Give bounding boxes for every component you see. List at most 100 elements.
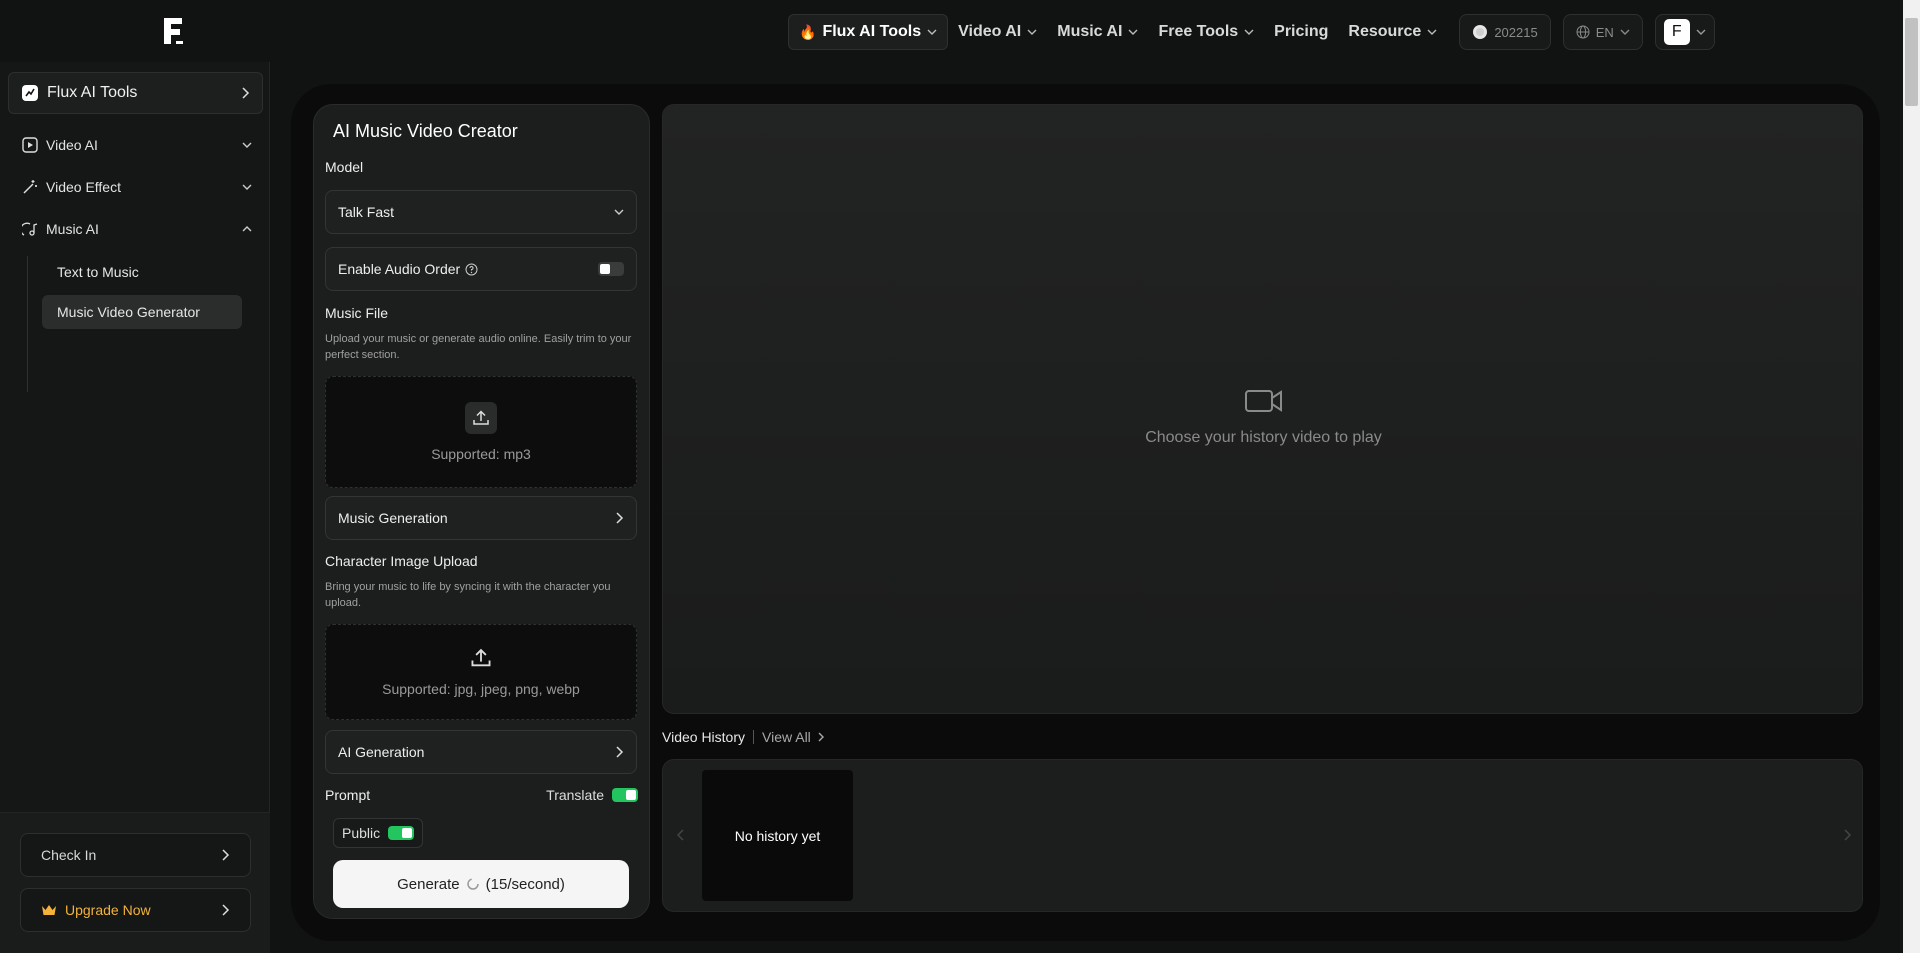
chevron-right-icon bbox=[818, 732, 824, 742]
chevron-right-icon bbox=[222, 904, 230, 916]
chevron-left-icon[interactable] bbox=[675, 828, 687, 842]
scrollbar-thumb[interactable] bbox=[1905, 18, 1918, 106]
check-in-label: Check In bbox=[41, 847, 97, 863]
chevron-down-icon bbox=[1696, 29, 1706, 35]
sidebar-item-video-effect[interactable]: Video Effect bbox=[22, 173, 252, 201]
help-icon[interactable] bbox=[465, 263, 478, 276]
upgrade-now-button[interactable]: Upgrade Now bbox=[20, 888, 251, 932]
chevron-right-icon[interactable] bbox=[1841, 828, 1853, 842]
chevron-down-icon bbox=[927, 29, 937, 35]
chevron-down-icon bbox=[1427, 29, 1437, 35]
nav-pricing[interactable]: Pricing bbox=[1264, 14, 1338, 50]
credits-badge[interactable]: 202215 bbox=[1459, 14, 1551, 50]
music-file-label: Music File bbox=[325, 305, 389, 321]
music-supported-text: Supported: mp3 bbox=[431, 446, 531, 462]
sidebar-item-label: Video Effect bbox=[46, 179, 121, 195]
sidebar-item-label: Video AI bbox=[46, 137, 98, 153]
nav-music-ai[interactable]: Music AI bbox=[1047, 14, 1148, 50]
toggle-knob bbox=[626, 790, 636, 800]
nav-label: Flux AI Tools bbox=[822, 23, 922, 40]
chevron-up-icon bbox=[242, 226, 252, 232]
video-player[interactable]: Choose your history video to play bbox=[662, 104, 1863, 714]
language-selector[interactable]: EN bbox=[1562, 14, 1643, 50]
credit-icon bbox=[466, 878, 479, 890]
sidebar: Flux AI Tools Video AI Video Effect Musi… bbox=[0, 62, 270, 953]
history-empty-card: No history yet bbox=[702, 770, 853, 901]
top-navigation: 🔥 Flux AI Tools Video AI Music AI Free T… bbox=[788, 14, 1715, 50]
chevron-right-icon bbox=[616, 746, 624, 758]
nav-label: Pricing bbox=[1274, 23, 1329, 40]
translate-label: Translate bbox=[546, 787, 604, 803]
page-scrollbar[interactable] bbox=[1903, 0, 1920, 953]
chevron-down-icon bbox=[1244, 29, 1254, 35]
character-upload-dropzone[interactable]: Supported: jpg, jpeg, png, webp bbox=[325, 624, 637, 720]
view-all-label: View All bbox=[762, 729, 811, 745]
chevron-down-icon bbox=[1620, 29, 1630, 35]
check-in-button[interactable]: Check In bbox=[20, 833, 251, 877]
sidebar-item-music-video-generator[interactable]: Music Video Generator bbox=[42, 295, 242, 329]
generate-label: Generate bbox=[397, 875, 460, 893]
public-control: Public bbox=[333, 818, 424, 848]
chevron-down-icon bbox=[242, 142, 252, 148]
video-empty-text: Choose your history video to play bbox=[1145, 429, 1382, 446]
submenu-divider bbox=[27, 256, 28, 392]
video-camera-icon bbox=[1244, 390, 1282, 412]
upload-icon bbox=[465, 402, 497, 434]
nav-video-ai[interactable]: Video AI bbox=[948, 14, 1047, 50]
creator-panel: AI Music Video Creator Model Talk Fast E… bbox=[313, 104, 650, 919]
character-upload-label: Character Image Upload bbox=[325, 553, 478, 569]
chevron-down-icon bbox=[242, 184, 252, 190]
divider bbox=[753, 730, 755, 744]
chevron-right-icon bbox=[242, 87, 250, 99]
translate-control: Translate bbox=[546, 787, 638, 803]
character-supported-text: Supported: jpg, jpeg, png, webp bbox=[382, 681, 580, 697]
generate-button[interactable]: Generate (15/second) bbox=[333, 860, 629, 908]
music-upload-dropzone[interactable]: Supported: mp3 bbox=[325, 376, 637, 488]
model-select[interactable]: Talk Fast bbox=[325, 190, 637, 234]
sidebar-item-text-to-music[interactable]: Text to Music bbox=[42, 255, 242, 289]
prompt-label: Prompt bbox=[325, 787, 371, 803]
credits-value: 202215 bbox=[1494, 24, 1538, 40]
generate-rate: (15/second) bbox=[485, 875, 565, 893]
view-all-link[interactable]: View All bbox=[762, 729, 825, 745]
public-toggle[interactable] bbox=[388, 826, 415, 840]
ai-generation-button[interactable]: AI Generation bbox=[325, 730, 637, 774]
audio-order-label: Enable Audio Order bbox=[338, 261, 461, 277]
globe-icon bbox=[1576, 25, 1590, 39]
crown-icon bbox=[42, 905, 56, 915]
nav-label: Video AI bbox=[958, 23, 1022, 40]
sidebar-footer: Check In Upgrade Now bbox=[0, 812, 270, 953]
top-header: 🔥 Flux AI Tools Video AI Music AI Free T… bbox=[0, 0, 1900, 62]
music-note-icon bbox=[22, 222, 38, 236]
nav-label: Resource bbox=[1348, 23, 1422, 40]
chevron-down-icon bbox=[614, 209, 624, 215]
sidebar-top-label: Flux AI Tools bbox=[47, 84, 138, 101]
chart-icon bbox=[22, 85, 38, 101]
brand-logo[interactable] bbox=[160, 14, 188, 50]
music-generation-label: Music Generation bbox=[338, 510, 448, 526]
music-generation-button[interactable]: Music Generation bbox=[325, 496, 637, 540]
chevron-down-icon bbox=[1027, 29, 1037, 35]
nav-label: Free Tools bbox=[1158, 23, 1239, 40]
fire-icon: 🔥 bbox=[799, 23, 817, 40]
play-square-icon bbox=[22, 137, 38, 153]
panel-title: AI Music Video Creator bbox=[333, 121, 518, 141]
model-value: Talk Fast bbox=[338, 204, 395, 220]
toggle-knob bbox=[402, 828, 413, 838]
sidebar-item-video-ai[interactable]: Video AI bbox=[22, 131, 252, 159]
upgrade-label: Upgrade Now bbox=[65, 902, 151, 918]
nav-flux-ai-tools[interactable]: 🔥 Flux AI Tools bbox=[788, 14, 949, 50]
upload-icon bbox=[471, 648, 491, 667]
sidebar-item-label: Music AI bbox=[46, 221, 99, 237]
history-empty-text: No history yet bbox=[734, 827, 821, 844]
nav-free-tools[interactable]: Free Tools bbox=[1148, 14, 1264, 50]
audio-order-toggle[interactable] bbox=[598, 262, 624, 276]
ai-generation-label: AI Generation bbox=[338, 744, 425, 760]
nav-resource[interactable]: Resource bbox=[1338, 14, 1447, 50]
translate-toggle[interactable] bbox=[612, 788, 638, 802]
public-label: Public bbox=[342, 825, 381, 841]
character-upload-desc: Bring your music to life by syncing it w… bbox=[325, 581, 611, 609]
user-menu[interactable]: F bbox=[1654, 14, 1715, 50]
sidebar-flux-ai-tools[interactable]: Flux AI Tools bbox=[8, 72, 263, 114]
sidebar-item-music-ai[interactable]: Music AI bbox=[22, 215, 252, 243]
